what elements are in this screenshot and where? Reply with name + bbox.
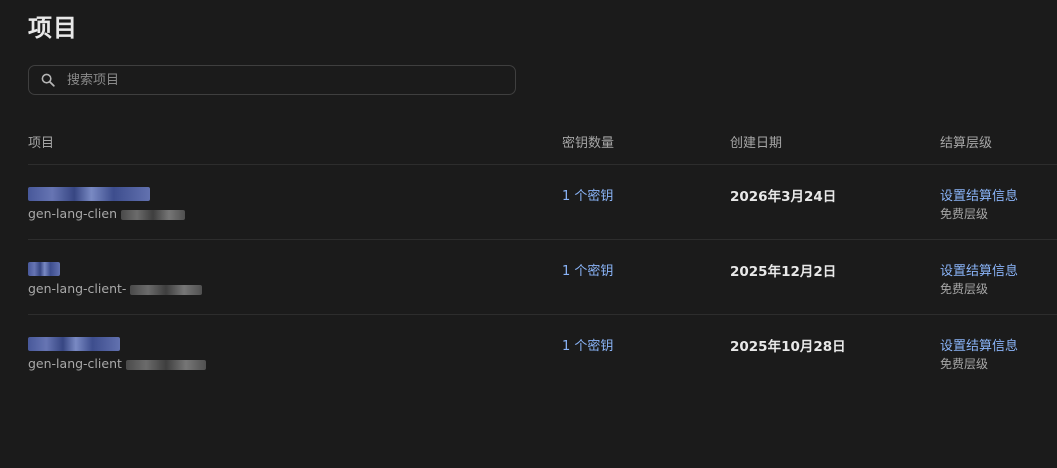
keys-link[interactable]: 1 个密钥 xyxy=(562,260,613,279)
setup-billing-link[interactable]: 设置结算信息 xyxy=(940,335,1018,354)
table-header: 项目 密钥数量 创建日期 结算层级 xyxy=(28,120,1057,165)
project-id-redacted xyxy=(130,284,203,295)
setup-billing-link[interactable]: 设置结算信息 xyxy=(940,260,1018,279)
search-box[interactable] xyxy=(28,65,516,95)
header-created: 创建日期 xyxy=(730,136,783,151)
billing-tier: 免费层级 xyxy=(940,207,989,221)
project-id-redacted xyxy=(121,209,185,220)
project-id: gen-lang-clien xyxy=(28,206,185,221)
created-date: 2025年12月2日 xyxy=(730,264,837,280)
setup-billing-link[interactable]: 设置结算信息 xyxy=(940,185,1018,204)
project-name-redacted[interactable] xyxy=(28,262,60,276)
keys-link[interactable]: 1 个密钥 xyxy=(562,335,613,354)
header-billing: 结算层级 xyxy=(940,136,993,151)
table-row: gen-lang-client 1 个密钥 2025年10月28日 设置结算信息… xyxy=(28,315,1057,389)
created-date: 2025年10月28日 xyxy=(730,339,846,355)
billing-tier: 免费层级 xyxy=(940,282,989,296)
table-row: gen-lang-client- 1 个密钥 2025年12月2日 设置结算信息… xyxy=(28,240,1057,315)
header-keys: 密钥数量 xyxy=(562,136,615,151)
keys-link[interactable]: 1 个密钥 xyxy=(562,185,613,204)
created-date: 2026年3月24日 xyxy=(730,189,837,205)
page-title: 项目 xyxy=(28,14,78,42)
header-project: 项目 xyxy=(28,136,55,151)
project-id: gen-lang-client- xyxy=(28,281,203,296)
project-id-text: gen-lang-client- xyxy=(28,281,127,296)
project-name-redacted[interactable] xyxy=(28,337,120,351)
project-id: gen-lang-client xyxy=(28,356,206,371)
billing-tier: 免费层级 xyxy=(940,357,989,371)
project-name-redacted[interactable] xyxy=(28,187,150,201)
search-icon xyxy=(41,73,55,87)
project-id-text: gen-lang-client xyxy=(28,356,122,371)
project-id-redacted xyxy=(125,359,206,370)
projects-table: 项目 密钥数量 创建日期 结算层级 gen-lang-clien 1 个密钥 2… xyxy=(28,120,1057,389)
search-input[interactable] xyxy=(67,66,507,94)
table-row: gen-lang-clien 1 个密钥 2026年3月24日 设置结算信息 免… xyxy=(28,165,1057,240)
project-id-text: gen-lang-clien xyxy=(28,206,117,221)
